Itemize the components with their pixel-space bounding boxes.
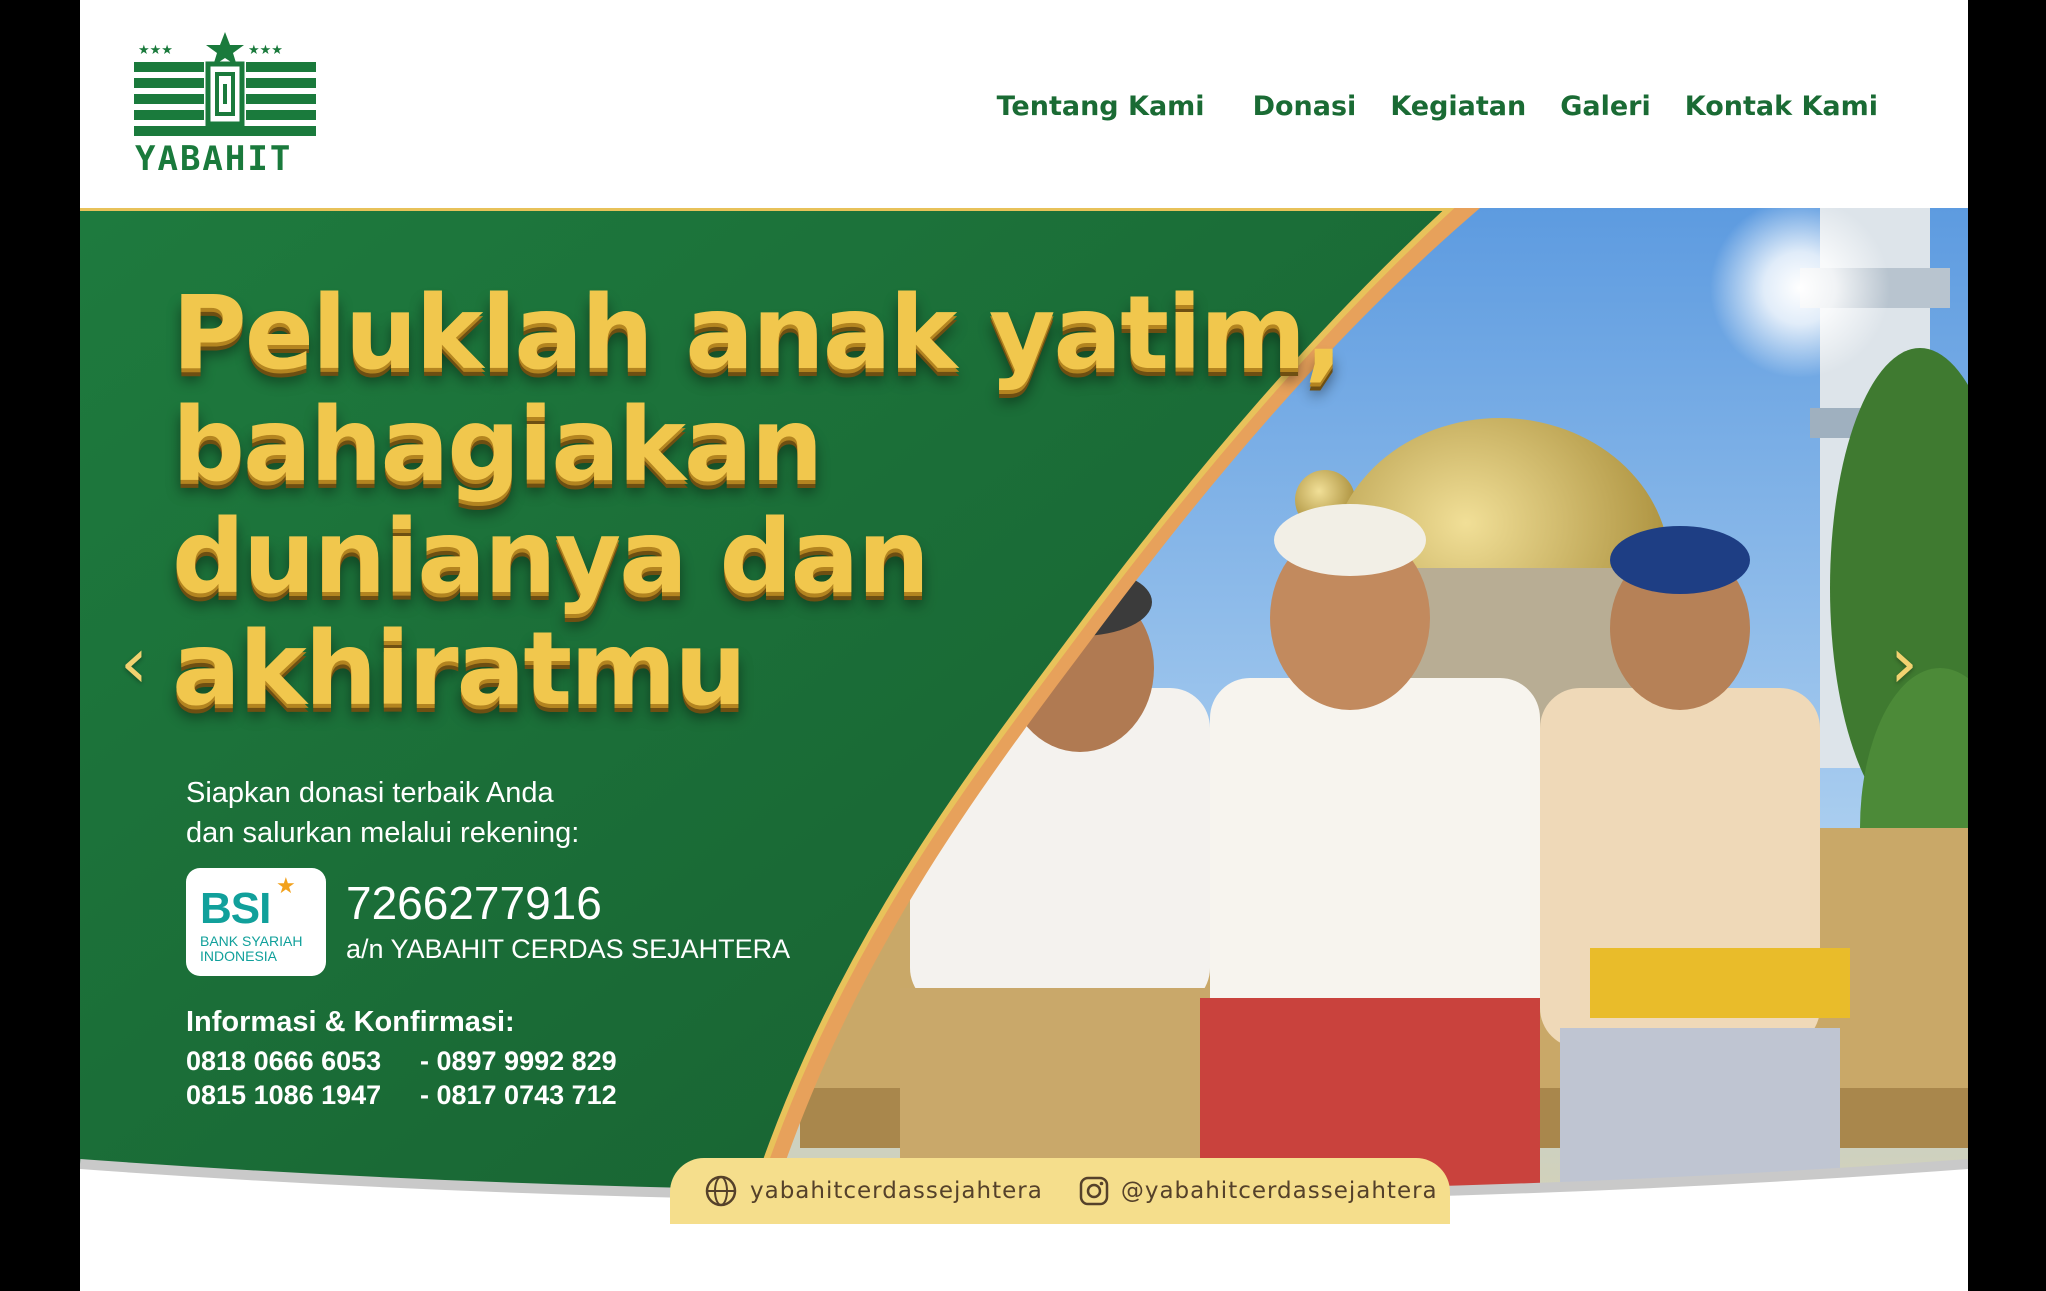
globe-icon bbox=[705, 1175, 737, 1207]
carousel-prev-arrow[interactable]: ‹ bbox=[120, 628, 148, 698]
instagram-icon bbox=[1079, 1176, 1109, 1206]
yabahit-logo[interactable]: ★★★ ★★★ YABAHIT bbox=[134, 30, 316, 175]
website-link: yabahitcerdassejahtera bbox=[704, 1174, 1043, 1208]
nav-galeri[interactable]: Galeri bbox=[1560, 91, 1651, 122]
phone-row: 0815 1086 1947 - 0817 0743 712 bbox=[186, 1078, 617, 1112]
bank-name: BANK SYARIAH INDONESIA bbox=[200, 934, 302, 964]
svg-text:★★★: ★★★ bbox=[248, 43, 283, 58]
svg-text:★★★: ★★★ bbox=[138, 43, 173, 58]
headline-line-4: akhiratmu bbox=[172, 610, 747, 729]
subtitle-line-1: Siapkan donasi terbaik Anda bbox=[186, 777, 554, 809]
instagram-text: @yabahitcerdassejahtera bbox=[1120, 1178, 1438, 1204]
phone-number: - 0817 0743 712 bbox=[420, 1080, 617, 1110]
headline-line-2: bahagiakan bbox=[172, 386, 823, 505]
carousel-next-arrow[interactable]: › bbox=[1890, 628, 1918, 698]
headline-line-3: dunianya dan bbox=[172, 498, 930, 617]
phone-list: 0818 0666 6053 - 0897 9992 829 0815 1086… bbox=[186, 1044, 617, 1112]
website-text: yabahitcerdassejahtera bbox=[750, 1178, 1043, 1204]
bsi-bank-logo: BSI ★ BANK SYARIAH INDONESIA bbox=[186, 868, 326, 976]
account-number: 7266277916 bbox=[346, 877, 602, 929]
bank-name-line-2: INDONESIA bbox=[200, 948, 278, 964]
bank-name-line-1: BANK SYARIAH bbox=[200, 933, 303, 949]
phone-number: - 0897 9992 829 bbox=[420, 1046, 617, 1076]
banner-subtitle: Siapkan donasi terbaik Anda dan salurkan… bbox=[186, 773, 579, 853]
nav-tentang-kami[interactable]: Tentang Kami bbox=[997, 91, 1205, 122]
nav-donasi[interactable]: Donasi bbox=[1253, 91, 1357, 122]
bsi-logo-text: BSI bbox=[200, 884, 271, 933]
account-name: a/n YABAHIT CERDAS SEJAHTERA bbox=[346, 934, 791, 964]
banner-headline: Peluklah anak yatim, bahagiakan dunianya… bbox=[172, 274, 1343, 729]
subtitle-line-2: dan salurkan melalui rekening: bbox=[186, 817, 580, 849]
hero-carousel[interactable]: Peluklah anak yatim, bahagiakan dunianya… bbox=[80, 208, 1968, 1240]
info-title: Informasi & Konfirmasi: bbox=[186, 1006, 515, 1038]
phone-number: 0818 0666 6053 bbox=[186, 1046, 382, 1076]
nav-kegiatan[interactable]: Kegiatan bbox=[1390, 91, 1526, 122]
headline-line-1: Peluklah anak yatim, bbox=[172, 274, 1343, 393]
social-bar: yabahitcerdassejahtera @yabahitcerdassej… bbox=[670, 1158, 1450, 1224]
nav-kontak-kami[interactable]: Kontak Kami bbox=[1685, 91, 1878, 122]
logo-wordmark: YABAHIT bbox=[135, 139, 292, 175]
phone-row: 0818 0666 6053 - 0897 9992 829 bbox=[186, 1044, 617, 1078]
phone-number: 0815 1086 1947 bbox=[186, 1080, 382, 1110]
main-nav: Tentang Kami Donasi Kegiatan Galeri Kont… bbox=[997, 86, 1878, 126]
instagram-link: @yabahitcerdassejahtera bbox=[1079, 1176, 1438, 1206]
page: ★★★ ★★★ YABAHIT Tentang Kami Donasi Kegi… bbox=[80, 0, 1968, 1291]
star-icon: ★ bbox=[276, 874, 296, 899]
